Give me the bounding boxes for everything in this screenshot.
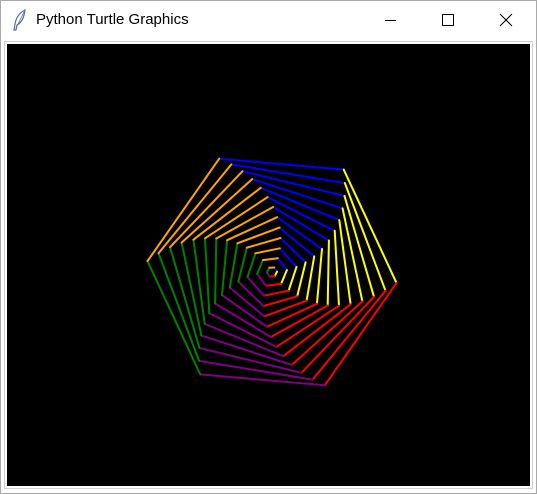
close-button[interactable] (483, 1, 529, 39)
spiral-drawing (146, 157, 398, 387)
spiral-line (280, 269, 288, 285)
window-title: Python Turtle Graphics (36, 11, 189, 28)
title-bar[interactable]: Python Turtle Graphics (1, 1, 536, 39)
spiral-line (204, 237, 211, 315)
spiral-line (256, 259, 264, 275)
close-icon (499, 13, 513, 27)
spiral-line (221, 239, 229, 296)
spiral-line (245, 237, 282, 249)
spiral-line (276, 257, 288, 272)
spiral-line (218, 157, 345, 171)
spiral-line (305, 255, 316, 302)
feather-icon (13, 9, 26, 31)
spiral-line (333, 229, 340, 307)
spiral-line (200, 334, 293, 366)
turtle-canvas[interactable] (7, 44, 530, 486)
spiral-line (214, 237, 218, 305)
spiral-line (199, 373, 326, 387)
spiral-line (338, 219, 352, 306)
spiral-line (296, 261, 307, 298)
spiral-line (198, 359, 314, 381)
canvas-frame (4, 41, 533, 489)
spiral-line (265, 282, 283, 287)
minimize-icon (385, 20, 396, 21)
spiral-line (146, 157, 221, 263)
spiral-line (237, 280, 265, 307)
maximize-button[interactable] (425, 1, 471, 39)
spiral-line (146, 260, 202, 376)
spiral-line (343, 182, 387, 292)
spiral-line (326, 239, 330, 307)
spiral-line (256, 272, 268, 287)
spiral-line (263, 289, 290, 297)
spiral-line (279, 237, 307, 264)
maximize-icon (442, 14, 454, 26)
spiral-line (315, 248, 323, 305)
spiral-line (204, 196, 269, 240)
spiral-line (275, 304, 340, 348)
spiral-line (192, 238, 206, 325)
spiral-line (251, 178, 344, 210)
spiral-line (261, 257, 279, 262)
spiral-line (287, 265, 298, 292)
spiral-line (323, 281, 398, 387)
spiral-line (246, 252, 257, 279)
minimize-button[interactable] (367, 1, 413, 39)
spiral-line (254, 247, 281, 255)
spiral-line (237, 246, 248, 283)
spiral-line (230, 163, 346, 185)
turtle-window: Python Turtle Graphics (0, 0, 537, 494)
spiral-line (157, 252, 201, 362)
spiral-line (342, 168, 398, 284)
spiral-line (228, 242, 239, 289)
spiral-line (262, 295, 299, 307)
